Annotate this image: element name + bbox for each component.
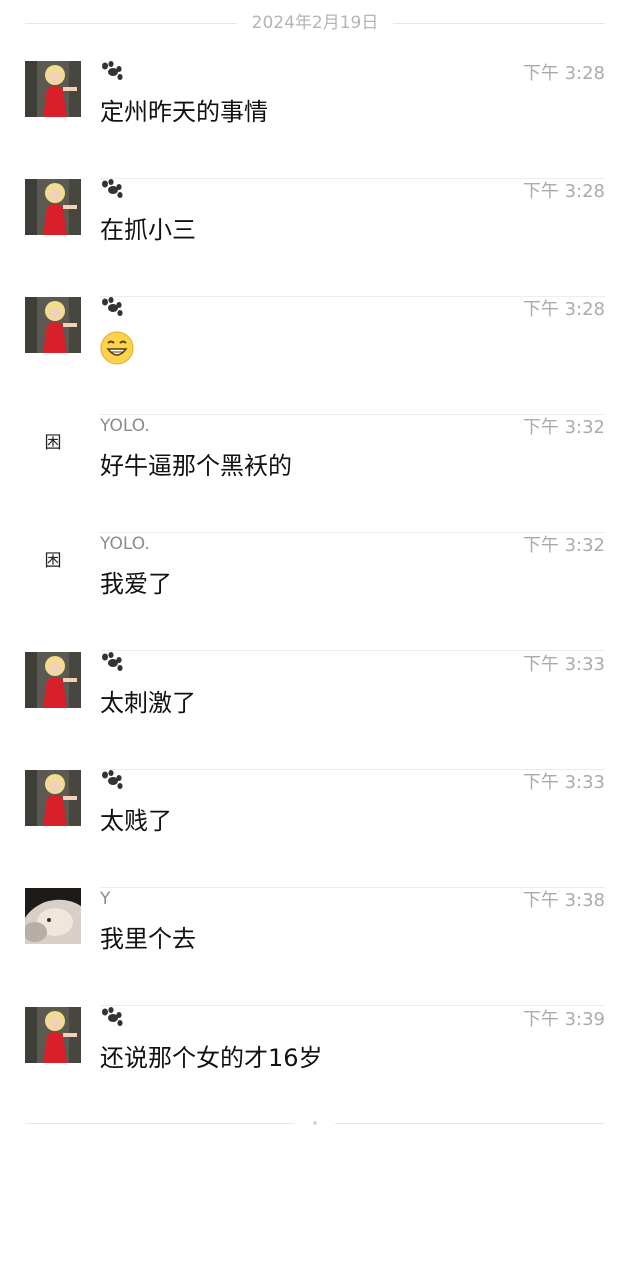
message-text: 太贱了 — [100, 807, 172, 835]
message-item[interactable]: 困 YOLO. 下午 3:32 好牛逼那个黑袄的 — [0, 415, 630, 533]
message-time: 下午 3:32 — [522, 417, 605, 438]
paw-icon — [102, 1007, 123, 1026]
end-divider-line-left — [25, 1123, 295, 1124]
message-time: 下午 3:28 — [522, 181, 605, 202]
paw-icon — [102, 297, 123, 316]
paw-icon — [102, 179, 123, 198]
avatar[interactable] — [25, 888, 81, 944]
blonde-red-dress-avatar-image — [25, 652, 81, 708]
avatar-glyph: 困 — [44, 433, 62, 453]
message-item[interactable]: Y 下午 3:38 我里个去 — [0, 888, 630, 1006]
end-divider-line-right — [335, 1123, 605, 1124]
date-separator-line-right — [393, 23, 605, 24]
blonde-red-dress-avatar-image — [25, 1007, 81, 1063]
sender-name — [100, 61, 124, 83]
paw-icon — [102, 61, 123, 80]
avatar[interactable] — [25, 297, 81, 353]
avatar[interactable]: 困 — [25, 415, 81, 471]
message-time: 下午 3:39 — [522, 1009, 605, 1030]
blonde-red-dress-avatar-image — [25, 297, 81, 353]
sender-name: Y — [100, 889, 111, 909]
sender-name: YOLO. — [100, 534, 150, 554]
blonde-red-dress-avatar-image — [25, 179, 81, 235]
avatar[interactable] — [25, 1007, 81, 1063]
avatar[interactable]: 困 — [25, 533, 81, 589]
message-time: 下午 3:32 — [522, 535, 605, 556]
message-item[interactable]: 下午 3:28 在抓小三 — [0, 179, 630, 297]
sender-name — [100, 179, 124, 201]
sender-name — [100, 1007, 124, 1029]
avatar-glyph: 困 — [44, 551, 62, 571]
sender-name: YOLO. — [100, 416, 150, 436]
date-separator: 2024年2月19日 — [25, 0, 605, 48]
message-time: 下午 3:33 — [522, 654, 605, 675]
message-text: 还说那个女的才16岁 — [100, 1044, 323, 1072]
end-of-list-divider — [25, 1121, 605, 1125]
message-text: 我里个去 — [100, 925, 196, 953]
row-divider — [100, 1005, 605, 1006]
message-item[interactable]: 下午 3:28 定州昨天的事情 — [0, 61, 630, 179]
message-item[interactable]: 下午 3:28 — [0, 297, 630, 415]
sender-name — [100, 652, 124, 674]
grinning-face-emoji-icon — [100, 331, 134, 365]
blonde-red-dress-avatar-image — [25, 61, 81, 117]
message-time: 下午 3:28 — [522, 63, 605, 84]
blonde-red-dress-avatar-image — [25, 770, 81, 826]
message-time: 下午 3:38 — [522, 890, 605, 911]
message-text: 定州昨天的事情 — [100, 98, 268, 126]
dark-hair-photo-avatar-image — [25, 888, 81, 944]
message-text: 好牛逼那个黑袄的 — [100, 452, 292, 480]
avatar[interactable] — [25, 770, 81, 826]
row-divider — [100, 650, 605, 651]
avatar[interactable] — [25, 179, 81, 235]
paw-icon — [102, 652, 123, 671]
message-item[interactable]: 困 YOLO. 下午 3:32 我爱了 — [0, 533, 630, 651]
message-item[interactable]: 下午 3:33 太刺激了 — [0, 652, 630, 770]
avatar[interactable] — [25, 652, 81, 708]
end-divider-dot — [313, 1121, 317, 1125]
message-text: 我爱了 — [100, 570, 172, 598]
message-item[interactable]: 下午 3:33 太贱了 — [0, 770, 630, 888]
message-item[interactable]: 下午 3:39 还说那个女的才16岁 — [0, 1007, 630, 1097]
avatar[interactable] — [25, 61, 81, 117]
message-text: 太刺激了 — [100, 689, 196, 717]
message-time: 下午 3:28 — [522, 299, 605, 320]
message-time: 下午 3:33 — [522, 772, 605, 793]
sender-name — [100, 297, 124, 319]
paw-icon — [102, 770, 123, 789]
sender-name — [100, 770, 124, 792]
message-text: 在抓小三 — [100, 216, 196, 244]
